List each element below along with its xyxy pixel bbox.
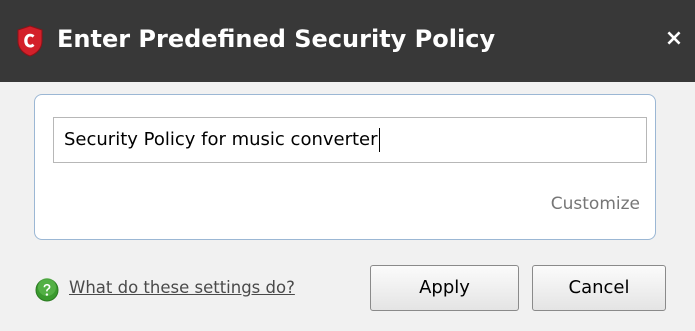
dialog-title: Enter Predefined Security Policy bbox=[57, 25, 496, 53]
security-policy-dialog: Enter Predefined Security Policy × Secur… bbox=[0, 0, 695, 331]
apply-button[interactable]: Apply bbox=[370, 265, 519, 311]
help-question-icon[interactable] bbox=[35, 278, 59, 302]
customize-link[interactable]: Customize bbox=[510, 192, 640, 216]
close-button[interactable]: × bbox=[660, 24, 688, 54]
policy-name-input[interactable]: Security Policy for music converter bbox=[53, 117, 647, 163]
text-caret bbox=[378, 128, 380, 152]
cancel-button[interactable]: Cancel bbox=[532, 265, 666, 311]
policy-name-value: Security Policy for music converter bbox=[64, 129, 378, 150]
comodo-shield-logo-icon bbox=[17, 25, 43, 57]
help-settings-link[interactable]: What do these settings do? bbox=[69, 276, 295, 300]
title-bar: Enter Predefined Security Policy × bbox=[0, 0, 695, 82]
close-icon: × bbox=[664, 26, 684, 51]
policy-panel bbox=[34, 94, 656, 240]
